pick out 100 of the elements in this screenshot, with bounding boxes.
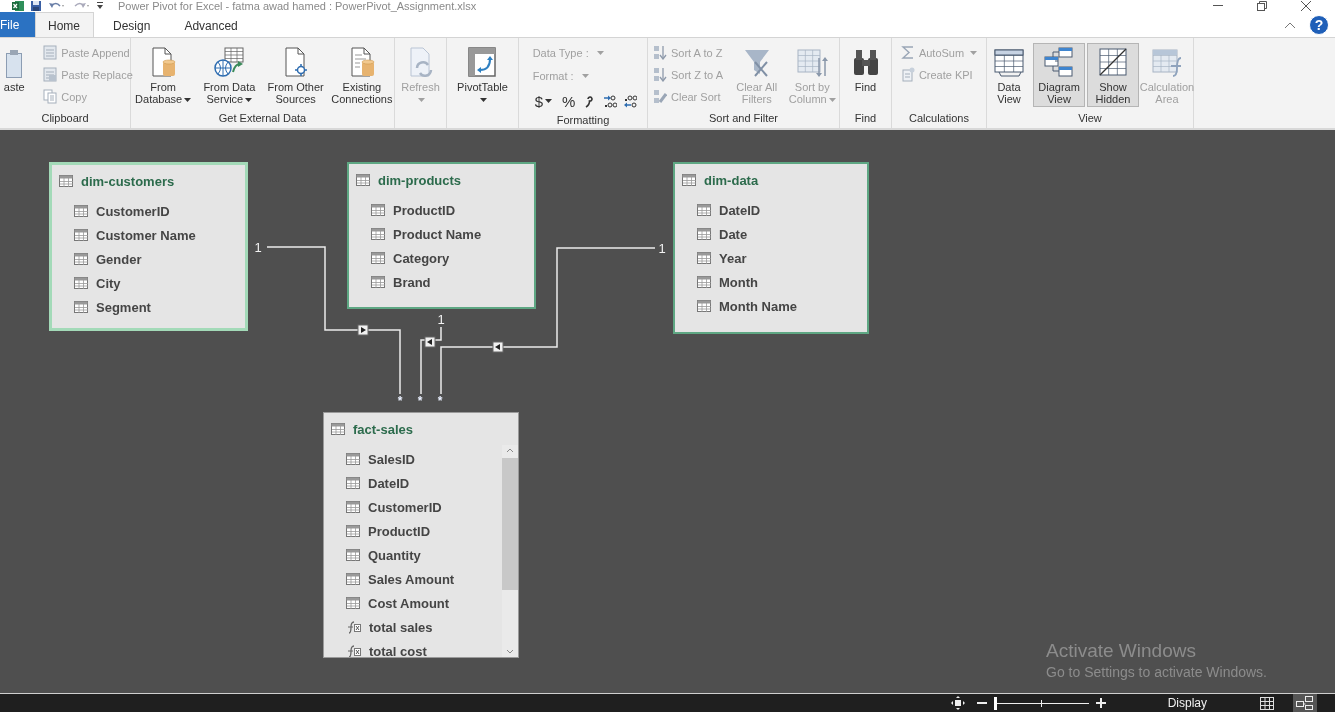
scrollbar[interactable] [502,445,518,657]
table-name[interactable]: dim-data [704,172,759,188]
column-name[interactable]: ProductID [368,523,431,539]
column-icon [346,477,360,489]
column-icon [697,252,711,264]
ribbon-button[interactable]: aste [0,43,37,107]
grid-view-icon [993,46,1025,78]
view-toggle[interactable] [1293,694,1317,712]
ribbon-tab[interactable]: File [0,12,35,37]
close-icon[interactable] [1301,1,1311,11]
measure-icon [346,620,361,634]
table-card[interactable]: dim-data DateID Date Year Month Month Name [673,162,869,334]
formula-grid-icon [1150,46,1183,78]
table-name[interactable]: dim-products [378,172,462,188]
clipboard-icon [6,50,23,78]
column-name[interactable]: Product Name [393,226,482,242]
column-icon [371,276,385,288]
save-icon[interactable] [30,1,42,11]
column-icon [697,300,711,312]
column-icon [346,453,360,465]
column-name[interactable]: City [96,275,121,291]
group-label: View [1077,111,1103,126]
customize-icon[interactable] [96,1,104,11]
column-name[interactable]: Sales Amount [368,571,455,587]
format-button[interactable]: $ [531,91,555,111]
restore-icon[interactable] [1257,1,1267,11]
column-name[interactable]: Year [719,250,747,266]
column-icon [697,276,711,288]
column-name[interactable]: Month [719,274,758,290]
column-name[interactable]: Gender [96,251,142,267]
column-name[interactable]: Brand [393,274,431,290]
excel-icon[interactable] [12,1,24,11]
column-name[interactable]: Quantity [368,547,421,563]
measure-icon [346,644,361,657]
table-name[interactable]: fact-sales [353,421,413,437]
column-icon [346,549,360,561]
fit-to-screen-icon[interactable] [950,696,965,710]
column-icon [74,205,88,217]
column-name[interactable]: Segment [96,299,151,315]
table-sort-icon [796,46,829,78]
column-icon [697,228,711,240]
table-name[interactable]: dim-customers [81,173,175,189]
column-name[interactable]: Month Name [719,298,797,314]
relationship-line[interactable] [420,326,442,395]
caret-icon [596,51,604,55]
column-name[interactable]: Customer Name [96,227,196,243]
zoom-in-icon[interactable] [1095,698,1106,708]
column-name[interactable]: total cost [369,643,427,657]
table-card[interactable]: dim-products ProductID Product Name Category Brand [347,162,536,309]
diagram-view-icon [1043,46,1076,78]
help-button[interactable]: ? [1309,14,1329,35]
ribbon-button[interactable]: Existing Connections [329,43,394,107]
group-label: Find [853,111,878,126]
slider-thumb[interactable] [993,697,997,710]
table-icon [682,174,696,186]
ribbon-button[interactable]: PivotTable [455,43,510,107]
column-name[interactable]: total sales [369,619,433,635]
scroll-up-icon[interactable] [506,448,514,453]
column-name[interactable]: DateID [368,475,410,491]
ribbon-tab[interactable]: Design [98,12,166,37]
activation-message: Go to Settings to activate Windows. [1046,664,1267,680]
column-name[interactable]: Cost Amount [368,595,450,611]
hidden-grid-icon [1097,46,1129,78]
paste-replace-icon [43,67,58,82]
column-icon [74,229,88,241]
ribbon-button[interactable]: Diagram View [1033,43,1086,107]
pivot-table-icon [466,46,499,78]
column-icon [371,204,385,216]
column-name[interactable]: CustomerID [368,499,442,515]
ribbon-button[interactable]: From Database [131,43,196,107]
column-icon [371,228,385,240]
ribbon-button[interactable]: From Other Sources [263,43,328,107]
ribbon-button[interactable]: Show Hidden [1087,43,1139,107]
table-icon [356,174,370,186]
column-icon [74,277,88,289]
column-name[interactable]: SalesID [368,451,415,467]
column-name[interactable]: Date [719,226,748,242]
kpi-icon [900,67,915,82]
selected-table-card[interactable]: dim-customers CustomerID Customer Name Gender City Segment [49,162,248,331]
column-name[interactable]: Category [393,250,450,266]
scroll-down-icon[interactable] [506,649,514,654]
group-label: Get External Data [217,111,308,126]
ribbon-button[interactable]: Find [843,43,888,107]
table-card[interactable]: fact-sales SalesID DateID CustomerID ProductID Quantity Sales Amount Cost Amount total sales total cost [323,412,519,658]
ribbon-tab[interactable]: Advanced [169,12,253,37]
table-icon [59,175,73,187]
cardinality-label: 1 [254,240,262,255]
column-name[interactable]: DateID [719,202,761,218]
column-icon [697,204,711,216]
format-button[interactable]: % [559,91,579,111]
group-label: Sort and Filter [707,111,780,126]
column-name[interactable]: ProductID [393,202,456,218]
zoom-slider[interactable] [993,696,1089,710]
column-name[interactable]: CustomerID [96,203,170,219]
ribbon-tab[interactable]: Home [35,12,94,38]
ribbon-button[interactable]: Data View [987,43,1031,107]
clear-sort-icon [653,89,667,104]
cardinality-label: 1 [437,312,445,327]
ribbon-button[interactable]: From Data Service [197,43,262,107]
collapse-ribbon-icon[interactable] [1285,21,1295,28]
